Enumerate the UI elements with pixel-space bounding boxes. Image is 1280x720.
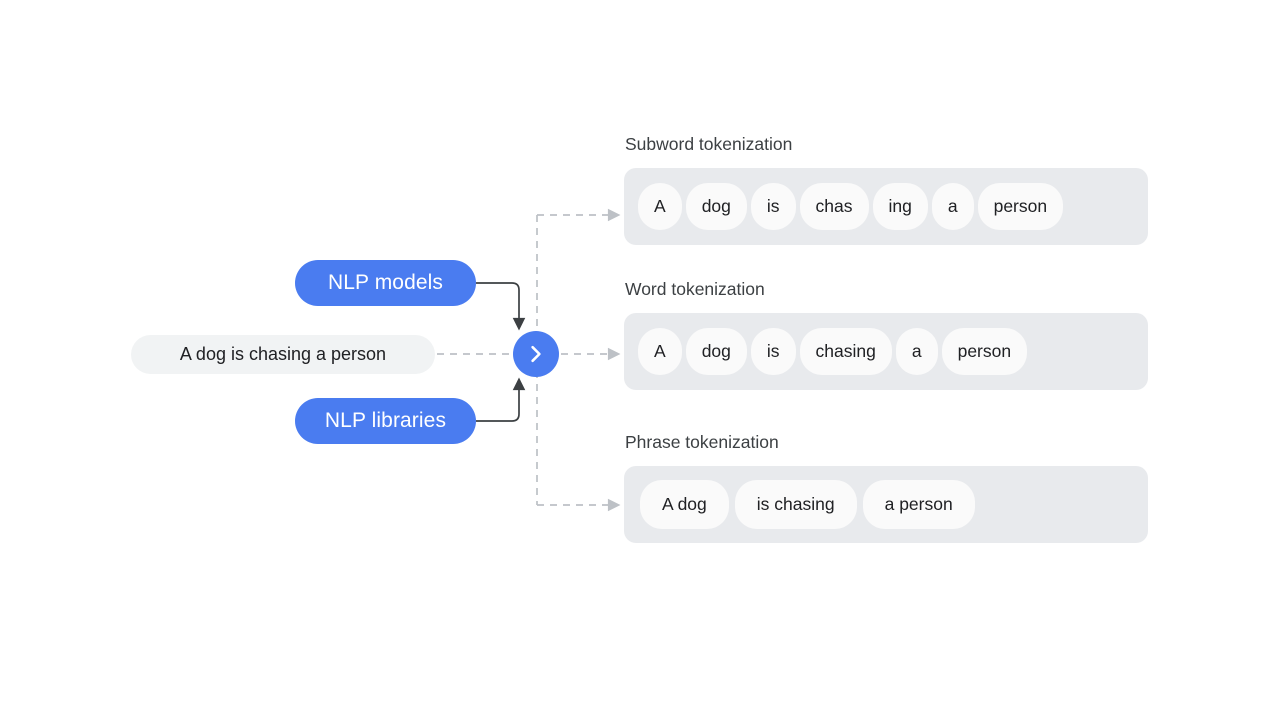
connector-libraries-to-node <box>476 377 526 422</box>
connector-models-to-node <box>476 282 526 331</box>
token-row: A dog is chasing a person <box>624 466 1148 543</box>
token-chip[interactable]: is chasing <box>734 480 857 529</box>
token-chip[interactable]: A <box>638 183 682 230</box>
method-pill-label: NLP libraries <box>324 409 447 432</box>
output-group-word: Word tokenization A dog is chasing a per… <box>624 278 1148 390</box>
token-chip[interactable]: A dog <box>640 480 729 529</box>
input-sentence-pill[interactable]: A dog is chasing a person <box>131 335 435 374</box>
token-chip[interactable]: a <box>895 328 938 375</box>
method-pill-nlp-libraries[interactable]: NLP libraries <box>295 398 476 444</box>
token-chip[interactable]: ing <box>872 183 928 230</box>
token-chip[interactable]: chas <box>799 183 869 230</box>
output-group-label: Subword tokenization <box>625 134 793 154</box>
diagram-canvas: NLP models A dog is chasing a person NLP… <box>0 0 1280 720</box>
token-row: A dog is chasing a person <box>624 313 1148 390</box>
token-chip[interactable]: person <box>941 328 1028 375</box>
token-chip[interactable]: a person <box>862 480 975 529</box>
token-chip[interactable]: chasing <box>799 328 892 375</box>
token-chip[interactable]: dog <box>685 328 747 375</box>
output-group-phrase: Phrase tokenization A dog is chasing a p… <box>624 431 1148 543</box>
token-chip[interactable]: dog <box>685 183 747 230</box>
chevron-right-icon <box>525 343 547 365</box>
token-chip[interactable]: A <box>638 328 682 375</box>
output-group-subword: Subword tokenization A dog is chas ing a… <box>624 133 1148 245</box>
token-chip[interactable]: a <box>931 183 974 230</box>
token-chip[interactable]: is <box>750 183 796 230</box>
token-chip[interactable]: person <box>977 183 1064 230</box>
method-pill-label: NLP models <box>327 271 443 294</box>
input-sentence-label: A dog is chasing a person <box>179 344 387 364</box>
output-group-label: Phrase tokenization <box>625 432 779 452</box>
method-pill-nlp-models[interactable]: NLP models <box>295 260 476 306</box>
token-row: A dog is chas ing a person <box>624 168 1148 245</box>
process-node-button[interactable] <box>513 331 559 377</box>
output-group-label: Word tokenization <box>625 279 765 299</box>
token-chip[interactable]: is <box>750 328 796 375</box>
